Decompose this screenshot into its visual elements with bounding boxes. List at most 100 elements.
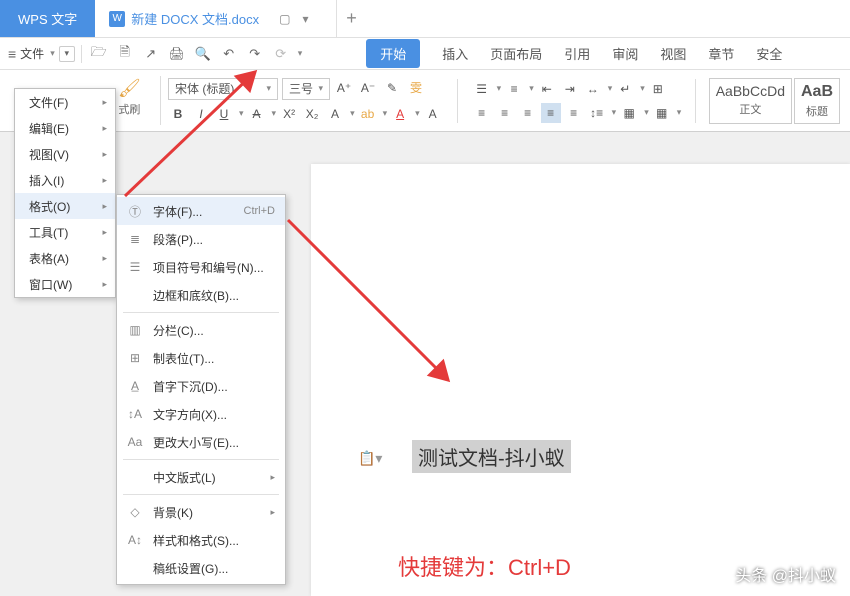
separator xyxy=(123,494,279,495)
strike-button[interactable]: A xyxy=(247,104,267,124)
chevron-right-icon: ▸ xyxy=(270,472,275,483)
shading-button[interactable]: ▦ xyxy=(619,103,639,123)
indent-inc-button[interactable]: ⇥ xyxy=(560,79,580,99)
recent-dropdown[interactable]: ▾ xyxy=(59,46,75,62)
chevron-right-icon: ▸ xyxy=(102,97,107,108)
print-icon[interactable]: 🖨 xyxy=(166,43,188,65)
paste-options-icon[interactable]: 📋▾ xyxy=(358,450,382,467)
submenu-text-direction[interactable]: ↕A文字方向(X)... xyxy=(117,400,285,428)
menu-edit[interactable]: 编辑(E)▸ xyxy=(15,115,115,141)
clear-format-icon[interactable]: ✎ xyxy=(382,78,402,98)
line-break-button[interactable]: ↵ xyxy=(615,79,635,99)
presentation-icon[interactable]: ▢ xyxy=(279,12,290,26)
menu-tools[interactable]: 工具(T)▸ xyxy=(15,219,115,245)
borders-button[interactable]: ▦ xyxy=(652,103,672,123)
style-gallery[interactable]: AaBbCcDd 正文 AaB 标题 xyxy=(709,78,850,124)
submenu-borders[interactable]: 边框和底纹(B)... xyxy=(117,281,285,309)
italic-button[interactable]: I xyxy=(191,104,211,124)
menu-table[interactable]: 表格(A)▸ xyxy=(15,245,115,271)
style-normal[interactable]: AaBbCcDd 正文 xyxy=(709,78,792,124)
submenu-tabstop[interactable]: ⊞制表位(T)... xyxy=(117,344,285,372)
paragraph-icon: ≣ xyxy=(127,232,143,246)
align-dist-button[interactable]: ≡ xyxy=(564,103,584,123)
file-menu[interactable]: 文件▾ xyxy=(20,45,55,62)
bold-button[interactable]: B xyxy=(168,104,188,124)
numbering-button[interactable]: ≡ xyxy=(504,79,524,99)
menu-window[interactable]: 窗口(W)▸ xyxy=(15,271,115,297)
table-button[interactable]: ⊞ xyxy=(648,79,668,99)
menu-file[interactable]: 文件(F)▸ xyxy=(15,89,115,115)
submenu-background[interactable]: ◇背景(K)▸ xyxy=(117,498,285,526)
separator xyxy=(695,79,696,123)
chevron-right-icon: ▸ xyxy=(102,175,107,186)
document-tab[interactable]: W 新建 DOCX 文档.docx ▢ ▾ xyxy=(95,0,337,37)
tab-reference[interactable]: 引用 xyxy=(564,44,590,63)
new-tab-button[interactable]: + xyxy=(337,0,365,37)
char-border-button[interactable]: A xyxy=(325,104,345,124)
chevron-right-icon: ▸ xyxy=(102,149,107,160)
export-icon[interactable]: ↗ xyxy=(140,43,162,65)
tab-insert[interactable]: 插入 xyxy=(442,44,468,63)
document-page[interactable] xyxy=(311,164,850,596)
tab-chapter[interactable]: 章节 xyxy=(708,44,734,63)
chevron-right-icon: ▸ xyxy=(102,227,107,238)
tab-view[interactable]: 视图 xyxy=(660,44,686,63)
tab-review[interactable]: 审阅 xyxy=(612,44,638,63)
watermark: 头条 @抖小蚁 xyxy=(735,562,836,586)
underline-button[interactable]: U xyxy=(214,104,234,124)
submenu-font[interactable]: Ⓣ字体(F)...Ctrl+D xyxy=(117,197,285,225)
main-context-menu: 文件(F)▸ 编辑(E)▸ 视图(V)▸ 插入(I)▸ 格式(O)▸ 工具(T)… xyxy=(14,88,116,298)
tab-page-layout[interactable]: 页面布局 xyxy=(490,44,542,63)
save-icon[interactable]: 🗎 xyxy=(114,43,136,65)
undo-icon[interactable]: ↶ xyxy=(218,43,240,65)
tab-security[interactable]: 安全 xyxy=(756,44,782,63)
format-submenu: Ⓣ字体(F)...Ctrl+D ≣段落(P)... ☰项目符号和编号(N)...… xyxy=(116,194,286,585)
submenu-paragraph[interactable]: ≣段落(P)... xyxy=(117,225,285,253)
align-right-button[interactable]: ≡ xyxy=(518,103,538,123)
highlight-button[interactable]: ab xyxy=(358,104,378,124)
phonetic-icon[interactable]: 雯 xyxy=(406,78,426,98)
hamburger-icon[interactable]: ≡ xyxy=(8,46,16,62)
document-name: 新建 DOCX 文档.docx xyxy=(131,9,259,28)
align-center-button[interactable]: ≡ xyxy=(495,103,515,123)
toolbar-overflow[interactable]: ▾ xyxy=(298,48,303,59)
tab-start[interactable]: 开始 xyxy=(366,39,420,68)
menu-format[interactable]: 格式(O)▸ xyxy=(15,193,115,219)
char-shade-button[interactable]: A xyxy=(423,104,443,124)
indent-dec-button[interactable]: ⇤ xyxy=(537,79,557,99)
font-color-button[interactable]: A xyxy=(390,104,410,124)
align-justify-button[interactable]: ≡ xyxy=(541,103,561,123)
font-icon: Ⓣ xyxy=(127,203,143,220)
submenu-bullets[interactable]: ☰项目符号和编号(N)... xyxy=(117,253,285,281)
selected-text[interactable]: 测试文档-抖小蚁 xyxy=(412,440,571,473)
chevron-right-icon: ▸ xyxy=(270,507,275,518)
menu-insert[interactable]: 插入(I)▸ xyxy=(15,167,115,193)
font-name-combo[interactable]: 宋体 (标题)▾ xyxy=(168,78,278,100)
refresh-icon[interactable]: ⟳ xyxy=(270,43,292,65)
submenu-dropcap[interactable]: A̲首字下沉(D)... xyxy=(117,372,285,400)
char-scale-button[interactable]: ↔ xyxy=(583,79,603,99)
submenu-columns[interactable]: ▥分栏(C)... xyxy=(117,316,285,344)
decrease-font-icon[interactable]: A⁻ xyxy=(358,78,378,98)
format-painter-button[interactable]: 🖌 式刷 xyxy=(118,78,141,117)
submenu-chinese-layout[interactable]: 中文版式(L)▸ xyxy=(117,463,285,491)
align-left-button[interactable]: ≡ xyxy=(472,103,492,123)
bullets-button[interactable]: ☰ xyxy=(472,79,492,99)
line-spacing-button[interactable]: ↕≡ xyxy=(587,103,607,123)
superscript-button[interactable]: X² xyxy=(279,104,299,124)
menu-view[interactable]: 视图(V)▸ xyxy=(15,141,115,167)
submenu-manuscript[interactable]: 稿纸设置(G)... xyxy=(117,554,285,582)
open-icon[interactable]: 🗁 xyxy=(88,43,110,65)
style-heading[interactable]: AaB 标题 xyxy=(794,78,840,124)
subscript-button[interactable]: X₂ xyxy=(302,104,322,124)
font-size-combo[interactable]: 三号▾ xyxy=(282,78,330,100)
increase-font-icon[interactable]: A⁺ xyxy=(334,78,354,98)
preview-icon[interactable]: 🔍 xyxy=(192,43,214,65)
submenu-style[interactable]: A↕样式和格式(S)... xyxy=(117,526,285,554)
redo-icon[interactable]: ↷ xyxy=(244,43,266,65)
app-tab[interactable]: WPS 文字 xyxy=(0,0,95,37)
chevron-right-icon: ▸ xyxy=(102,253,107,264)
ribbon: 🖌 式刷 宋体 (标题)▾ 三号▾ A⁺ A⁻ ✎ 雯 B I U▾ A▾ X²… xyxy=(0,70,850,132)
close-tab-icon[interactable]: ▾ xyxy=(302,12,308,26)
submenu-change-case[interactable]: Aa更改大小写(E)... xyxy=(117,428,285,456)
